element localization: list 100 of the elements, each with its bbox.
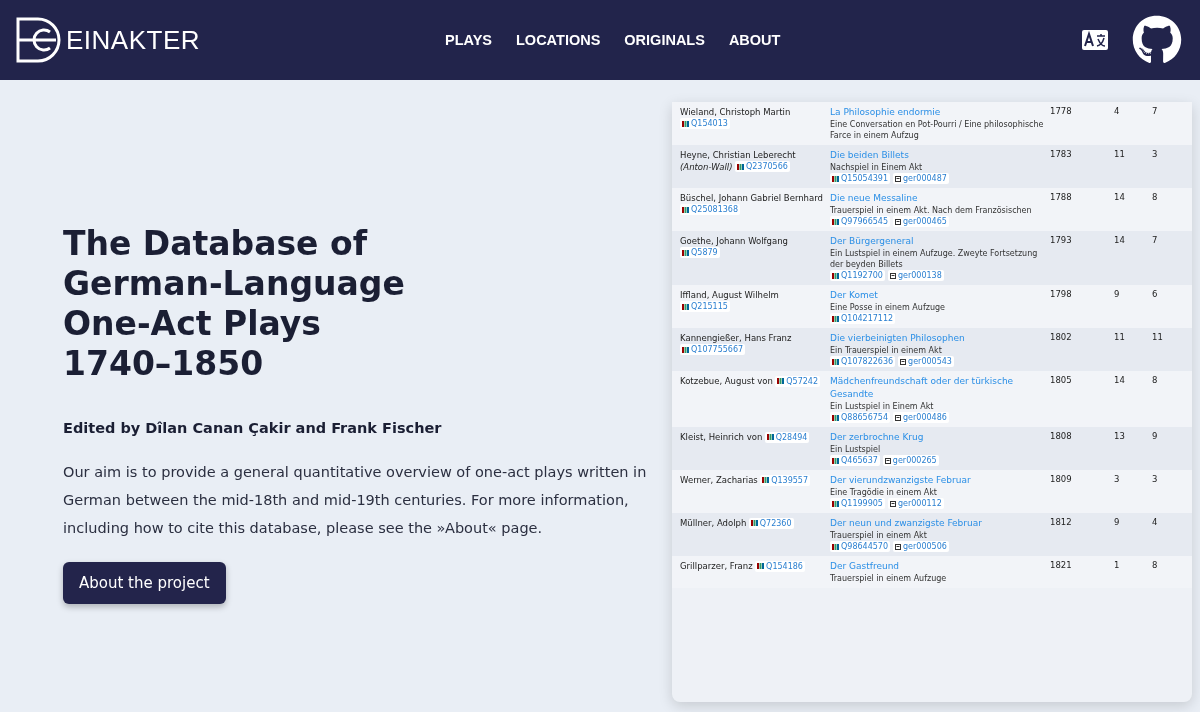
play-subtitle: Eine Posse in einem Aufzuge — [830, 302, 946, 313]
year-cell: 1821 — [1050, 560, 1072, 570]
author-name: Iffland, August Wilhelm — [680, 290, 779, 300]
play-subtitle: Ein Lustspiel in einem Aufzuge. Zweyte Fortsetzung der beyden Billets — [830, 248, 1039, 270]
year-cell: 1805 — [1050, 375, 1072, 385]
barcode-icon — [832, 358, 839, 365]
id-badge[interactable]: ger000465 — [893, 216, 949, 227]
year-cell: 1808 — [1050, 431, 1072, 441]
document-icon — [884, 457, 891, 464]
play-title[interactable]: Der neun und zwanzigste Februar — [830, 517, 1050, 530]
id-badge[interactable]: Q154186 — [755, 560, 805, 572]
id-badge[interactable]: ger000138 — [887, 270, 944, 281]
id-badge[interactable]: Q2370566 — [734, 161, 790, 172]
play-title[interactable]: La Philosophie endormie — [830, 106, 1050, 119]
document-icon — [900, 358, 907, 365]
document-icon — [889, 272, 896, 279]
id-badge[interactable]: Q15054391 — [830, 173, 890, 184]
barcode-icon — [682, 249, 689, 256]
table-cell: 4 — [1114, 106, 1120, 116]
year-cell: 1812 — [1050, 517, 1072, 527]
id-badge[interactable]: Q215115 — [680, 301, 730, 312]
id-badge[interactable]: Q28494 — [764, 431, 810, 443]
id-badge[interactable]: Q25081368 — [680, 204, 740, 215]
id-badge[interactable]: Q1192700 — [830, 270, 885, 281]
author-name: Grillparzer, Franz — [680, 561, 753, 571]
id-badge[interactable]: ger000265 — [882, 455, 939, 466]
barcode-icon — [682, 346, 689, 353]
id-badge[interactable]: Q5879 — [680, 247, 720, 258]
id-badge[interactable]: ger000506 — [893, 541, 949, 552]
nav-link[interactable]: ABOUT — [728, 32, 781, 48]
barcode-icon — [777, 378, 785, 384]
year-cell: 1798 — [1050, 289, 1072, 299]
author-pseudonym: (Anton-Wall) — [680, 161, 733, 172]
id-badge[interactable]: ger000487 — [893, 173, 949, 184]
id-badge[interactable]: Q139557 — [760, 474, 811, 486]
play-title[interactable]: Die beiden Billets — [830, 149, 1050, 162]
id-badge[interactable]: ger000543 — [898, 356, 954, 367]
id-badge[interactable]: Q465637 — [830, 455, 880, 466]
id-badge[interactable]: Q104217112 — [830, 313, 896, 324]
author-name: Werner, Zacharias — [680, 475, 758, 485]
play-title[interactable]: Der zerbrochne Krug — [830, 431, 1050, 444]
id-badge[interactable]: Q88656754 — [830, 412, 890, 423]
nav-link[interactable]: LOCATIONS — [516, 32, 601, 48]
nav-link[interactable]: PLAYS — [445, 32, 492, 48]
play-title[interactable]: Mädchenfreundschaft oder der türkische Gesandte — [830, 375, 1050, 401]
barcode-icon — [766, 434, 774, 440]
barcode-icon — [757, 563, 765, 569]
table-cell: 14 — [1114, 192, 1125, 202]
author-name: Wieland, Christoph Martin — [680, 107, 791, 117]
id-badge[interactable]: ger000112 — [887, 498, 944, 509]
play-subtitle: Trauerspiel in einem Aufzuge — [830, 573, 948, 584]
table-cell: 8 — [1152, 560, 1158, 570]
github-icon[interactable] — [1132, 15, 1182, 65]
play-title[interactable]: Die vierbeinigten Philosophen — [830, 332, 1050, 345]
nav-link[interactable]: ORIGINALS — [624, 32, 705, 48]
author-name: Büschel, Johann Gabriel Bernhard — [680, 193, 823, 203]
document-icon — [895, 218, 901, 225]
table-cell: 9 — [1114, 289, 1120, 299]
id-badge[interactable]: Q1199905 — [830, 498, 885, 509]
id-badge[interactable]: Q107755667 — [680, 344, 746, 355]
id-badge[interactable]: Q72360 — [748, 517, 794, 529]
play-title[interactable]: Der Komet — [830, 289, 1050, 302]
table-cell: 3 — [1152, 149, 1158, 159]
table-cell: 14 — [1114, 235, 1125, 245]
translate-icon[interactable] — [1082, 30, 1108, 50]
play-title[interactable]: Der vierundzwanzigste Februar — [830, 474, 1050, 487]
barcode-icon — [832, 218, 839, 225]
table-cell: 6 — [1152, 289, 1158, 299]
play-title[interactable]: Die neue Messaline — [830, 192, 1050, 205]
author-name: Müllner, Adolph — [680, 518, 747, 528]
table-cell: 11 — [1114, 149, 1125, 159]
author-name: Kotzebue, August von — [680, 376, 773, 386]
year-cell: 1783 — [1050, 149, 1072, 159]
id-badge[interactable]: Q57242 — [775, 375, 820, 387]
table-cell: 4 — [1152, 517, 1158, 527]
editors-text: Edited by Dîlan Canan Çakir and Frank Fischer — [63, 420, 443, 436]
document-icon — [895, 175, 901, 182]
play-subtitle: Trauerspiel in einem Akt. Nach dem Französischen — [830, 205, 1033, 216]
brand-name: EINAKTER — [66, 24, 201, 56]
id-badge[interactable]: Q154013 — [680, 118, 730, 129]
barcode-icon — [682, 120, 689, 127]
table-cell: 9 — [1114, 517, 1120, 527]
about-button[interactable]: About the project — [63, 562, 226, 604]
id-badge[interactable]: Q98644570 — [830, 541, 890, 552]
document-icon — [895, 543, 901, 550]
document-icon — [889, 500, 896, 507]
author-name: Kannengießer, Hans Franz — [680, 333, 792, 343]
play-subtitle: Ein Lustspiel — [830, 444, 882, 455]
play-title[interactable]: Der Bürgergeneral — [830, 235, 1050, 248]
id-badge[interactable]: Q107822636 — [830, 356, 896, 367]
play-subtitle: Eine Tragödie in einem Akt — [830, 487, 938, 498]
play-subtitle: Ein Lustspiel in Einem Akt — [830, 401, 935, 412]
id-badge[interactable]: Q97966545 — [830, 216, 890, 227]
table-cell: 13 — [1114, 431, 1125, 441]
play-title[interactable]: Der Gastfreund — [830, 560, 1050, 573]
year-cell: 1793 — [1050, 235, 1072, 245]
table-cell: 11 — [1114, 332, 1125, 342]
id-badge[interactable]: ger000486 — [893, 412, 949, 423]
play-subtitle: Trauerspiel in einem Akt — [830, 530, 928, 541]
barcode-icon — [832, 414, 839, 421]
